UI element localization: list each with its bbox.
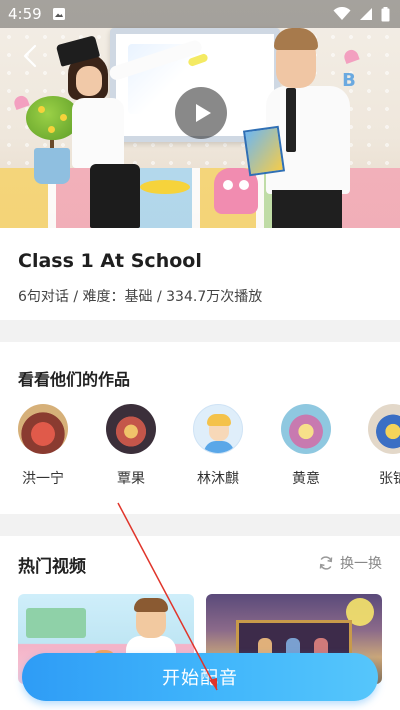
plant-flower [48, 126, 55, 133]
wifi-icon [333, 7, 351, 20]
work-item[interactable]: 洪一宁 [8, 404, 78, 488]
video-player[interactable]: B [0, 0, 400, 228]
status-time: 4:59 [8, 5, 42, 23]
work-author: 张锦 [379, 471, 400, 487]
refresh-label: 换一换 [340, 556, 382, 572]
lesson-meta: 6句对话 / 难度：基础 / 334.7万次播放 [18, 289, 263, 305]
plant-flower [38, 106, 45, 113]
teacher-skirt [90, 164, 140, 228]
hot-videos-heading: 热门视频 [18, 557, 86, 577]
image-notification-icon [52, 8, 65, 20]
work-author: 黄意 [292, 471, 320, 487]
picture-book [242, 125, 286, 177]
lesson-title: Class 1 At School [18, 250, 202, 272]
refresh-icon [319, 556, 333, 570]
man-pants [272, 190, 342, 228]
section-divider [0, 514, 400, 536]
work-item[interactable]: 张锦 [358, 404, 400, 488]
works-carousel[interactable]: 洪一宁 覃果 林沐麒 黄意 张锦 [0, 404, 400, 504]
chevron-left-icon [23, 44, 37, 68]
plant-pot [34, 148, 70, 184]
work-author: 覃果 [117, 471, 145, 487]
man-tie [286, 88, 296, 152]
play-icon [196, 104, 211, 122]
work-author: 洪一宁 [22, 471, 64, 487]
work-item[interactable]: 覃果 [96, 404, 166, 488]
man-hair [274, 28, 318, 50]
status-bar: 4:59 [0, 0, 400, 28]
lesson-info: Class 1 At School 6句对话 / 难度：基础 / 334.7万次… [0, 228, 400, 320]
avatar [368, 404, 400, 454]
stool [140, 180, 190, 194]
avatar [281, 404, 331, 454]
works-heading: 看看他们的作品 [18, 370, 131, 389]
play-button[interactable] [175, 87, 227, 139]
work-author: 林沐麒 [197, 471, 239, 487]
back-button[interactable] [16, 42, 44, 70]
teacher-face [76, 66, 102, 96]
plant-flower [60, 114, 67, 121]
avatar [106, 404, 156, 454]
works-section: 看看他们的作品 洪一宁 覃果 林沐麒 黄意 张锦 [0, 342, 400, 514]
start-dubbing-button[interactable]: 开始配音 [22, 653, 378, 701]
refresh-button[interactable]: 换一换 [318, 553, 382, 573]
work-item[interactable]: 林沐麒 [183, 404, 253, 488]
section-divider [0, 320, 400, 342]
battery-icon [381, 6, 390, 21]
avatar [18, 404, 68, 454]
avatar [193, 404, 243, 454]
signal-icon [360, 8, 372, 20]
teacher-shirt [72, 98, 124, 168]
work-item[interactable]: 黄意 [271, 404, 341, 488]
